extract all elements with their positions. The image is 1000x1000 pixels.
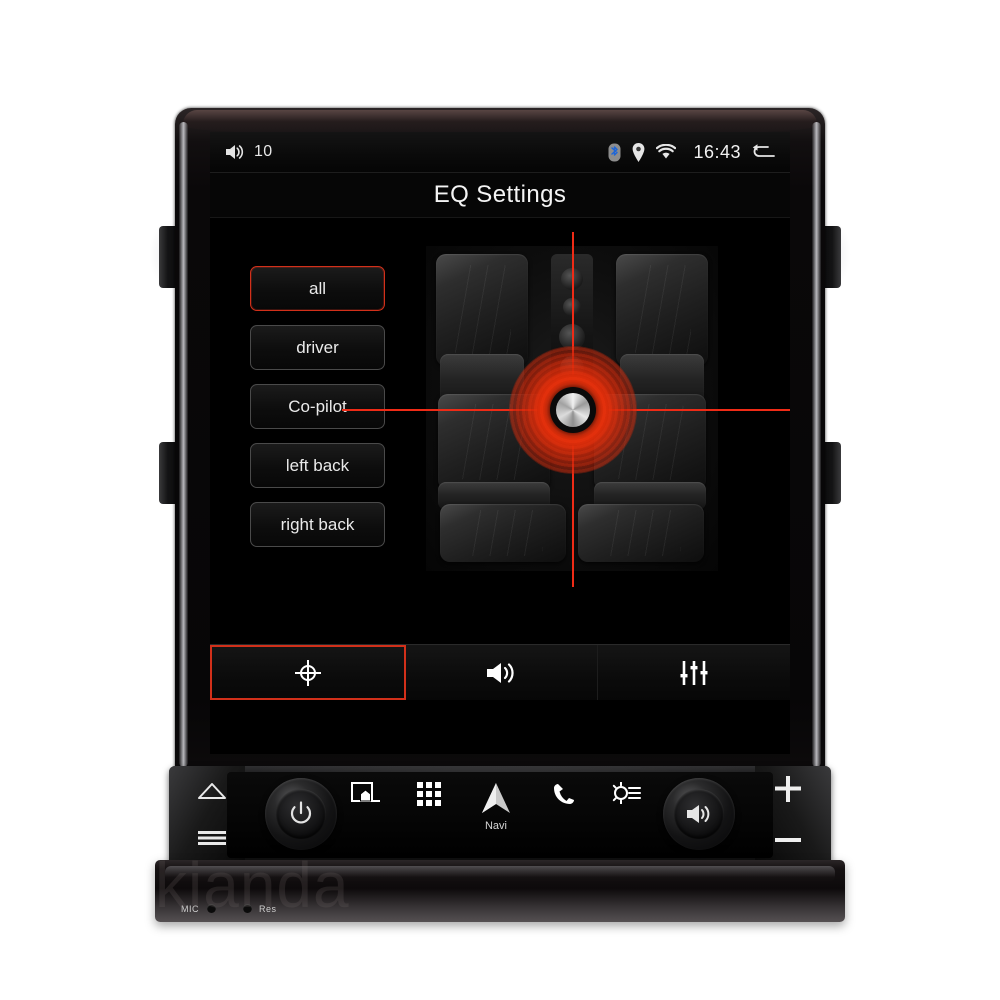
phone-button[interactable]	[552, 782, 576, 810]
seat-front-right[interactable]	[616, 254, 708, 366]
menu-button[interactable]	[193, 824, 231, 852]
eq-settings-content: all driver Co-pilot left back right back	[210, 218, 790, 700]
status-bar: 10 16:43	[210, 132, 790, 173]
apps-grid-icon	[416, 782, 441, 806]
hardware-icon-row: Navi	[351, 781, 641, 852]
home-icon	[197, 782, 227, 800]
navigation-arrow-icon	[476, 782, 516, 816]
headlight-brightness-icon	[611, 781, 641, 805]
location-pin-icon	[632, 142, 645, 162]
reset-label: Res	[259, 904, 277, 914]
seat-front-left[interactable]	[436, 254, 528, 366]
preset-label: Co-pilot	[288, 396, 347, 416]
preset-label: right back	[280, 514, 355, 534]
screen-home-button[interactable]	[351, 782, 381, 808]
seat-third-row-left[interactable]	[440, 504, 566, 562]
bezel-left-highlight	[179, 122, 188, 767]
tab-volume[interactable]	[406, 645, 599, 700]
volume-icon	[224, 143, 246, 161]
trim-highlight	[165, 866, 835, 882]
speaker-icon	[685, 803, 713, 825]
volume-up-button[interactable]	[769, 774, 807, 804]
volume-level: 10	[254, 143, 273, 160]
preset-label: left back	[285, 455, 350, 475]
preset-button-right-back[interactable]: right back	[250, 502, 385, 547]
navi-label: Navi	[484, 820, 507, 832]
mic-hole	[207, 904, 216, 913]
screenshot-root: 10 16:43 EQ Settings all driver Co-pilot…	[0, 0, 1000, 1000]
hardware-control-panel: Navi	[169, 766, 831, 866]
speaker-volume-icon	[485, 660, 519, 686]
home-button[interactable]	[193, 776, 231, 806]
seat-map-sound-stage[interactable]	[342, 232, 790, 587]
seat-third-row-right[interactable]	[578, 504, 704, 562]
page-title: EQ Settings	[433, 181, 567, 208]
touchscreen[interactable]: 10 16:43 EQ Settings all driver Co-pilot…	[210, 132, 790, 754]
seat-preset-list: all driver Co-pilot left back right back	[250, 266, 385, 547]
power-knob[interactable]	[265, 778, 337, 850]
phone-icon	[552, 782, 576, 806]
bottom-trim-bar: MIC Res	[155, 860, 845, 922]
tab-sound-field[interactable]	[210, 645, 406, 700]
device-bezel: 10 16:43 EQ Settings all driver Co-pilot…	[175, 108, 825, 780]
crosshair-target-icon	[294, 659, 322, 687]
navi-button[interactable]: Navi	[476, 782, 516, 832]
volume-knob[interactable]	[663, 778, 735, 850]
bluetooth-icon	[608, 143, 621, 162]
clock: 16:43	[693, 141, 741, 162]
preset-button-driver[interactable]: driver	[250, 325, 385, 370]
bezel-right-highlight	[812, 122, 821, 767]
preset-button-all[interactable]: all	[250, 266, 385, 311]
preset-button-left-back[interactable]: left back	[250, 443, 385, 488]
reset-hole[interactable]	[243, 904, 252, 913]
car-head-unit-device: 10 16:43 EQ Settings all driver Co-pilot…	[149, 108, 851, 922]
menu-hamburger-icon	[198, 830, 226, 846]
preset-label: all	[308, 278, 326, 298]
preset-button-co-pilot[interactable]: Co-pilot	[250, 384, 385, 429]
back-arrow-icon[interactable]	[752, 144, 776, 160]
power-icon	[288, 801, 314, 827]
preset-label: driver	[296, 337, 339, 357]
tab-equalizer[interactable]	[598, 645, 790, 700]
plus-icon	[775, 776, 801, 802]
equalizer-sliders-icon	[679, 660, 709, 686]
screen-home-icon	[351, 782, 381, 804]
title-bar: EQ Settings	[210, 173, 790, 218]
sound-focus-knob[interactable]	[549, 386, 596, 433]
volume-down-button[interactable]	[769, 828, 807, 852]
apps-button[interactable]	[416, 782, 441, 810]
mic-label: MIC	[181, 904, 199, 914]
wifi-icon	[656, 143, 677, 160]
brightness-button[interactable]	[611, 781, 641, 808]
eq-tab-bar	[210, 644, 790, 700]
minus-icon	[775, 836, 801, 844]
